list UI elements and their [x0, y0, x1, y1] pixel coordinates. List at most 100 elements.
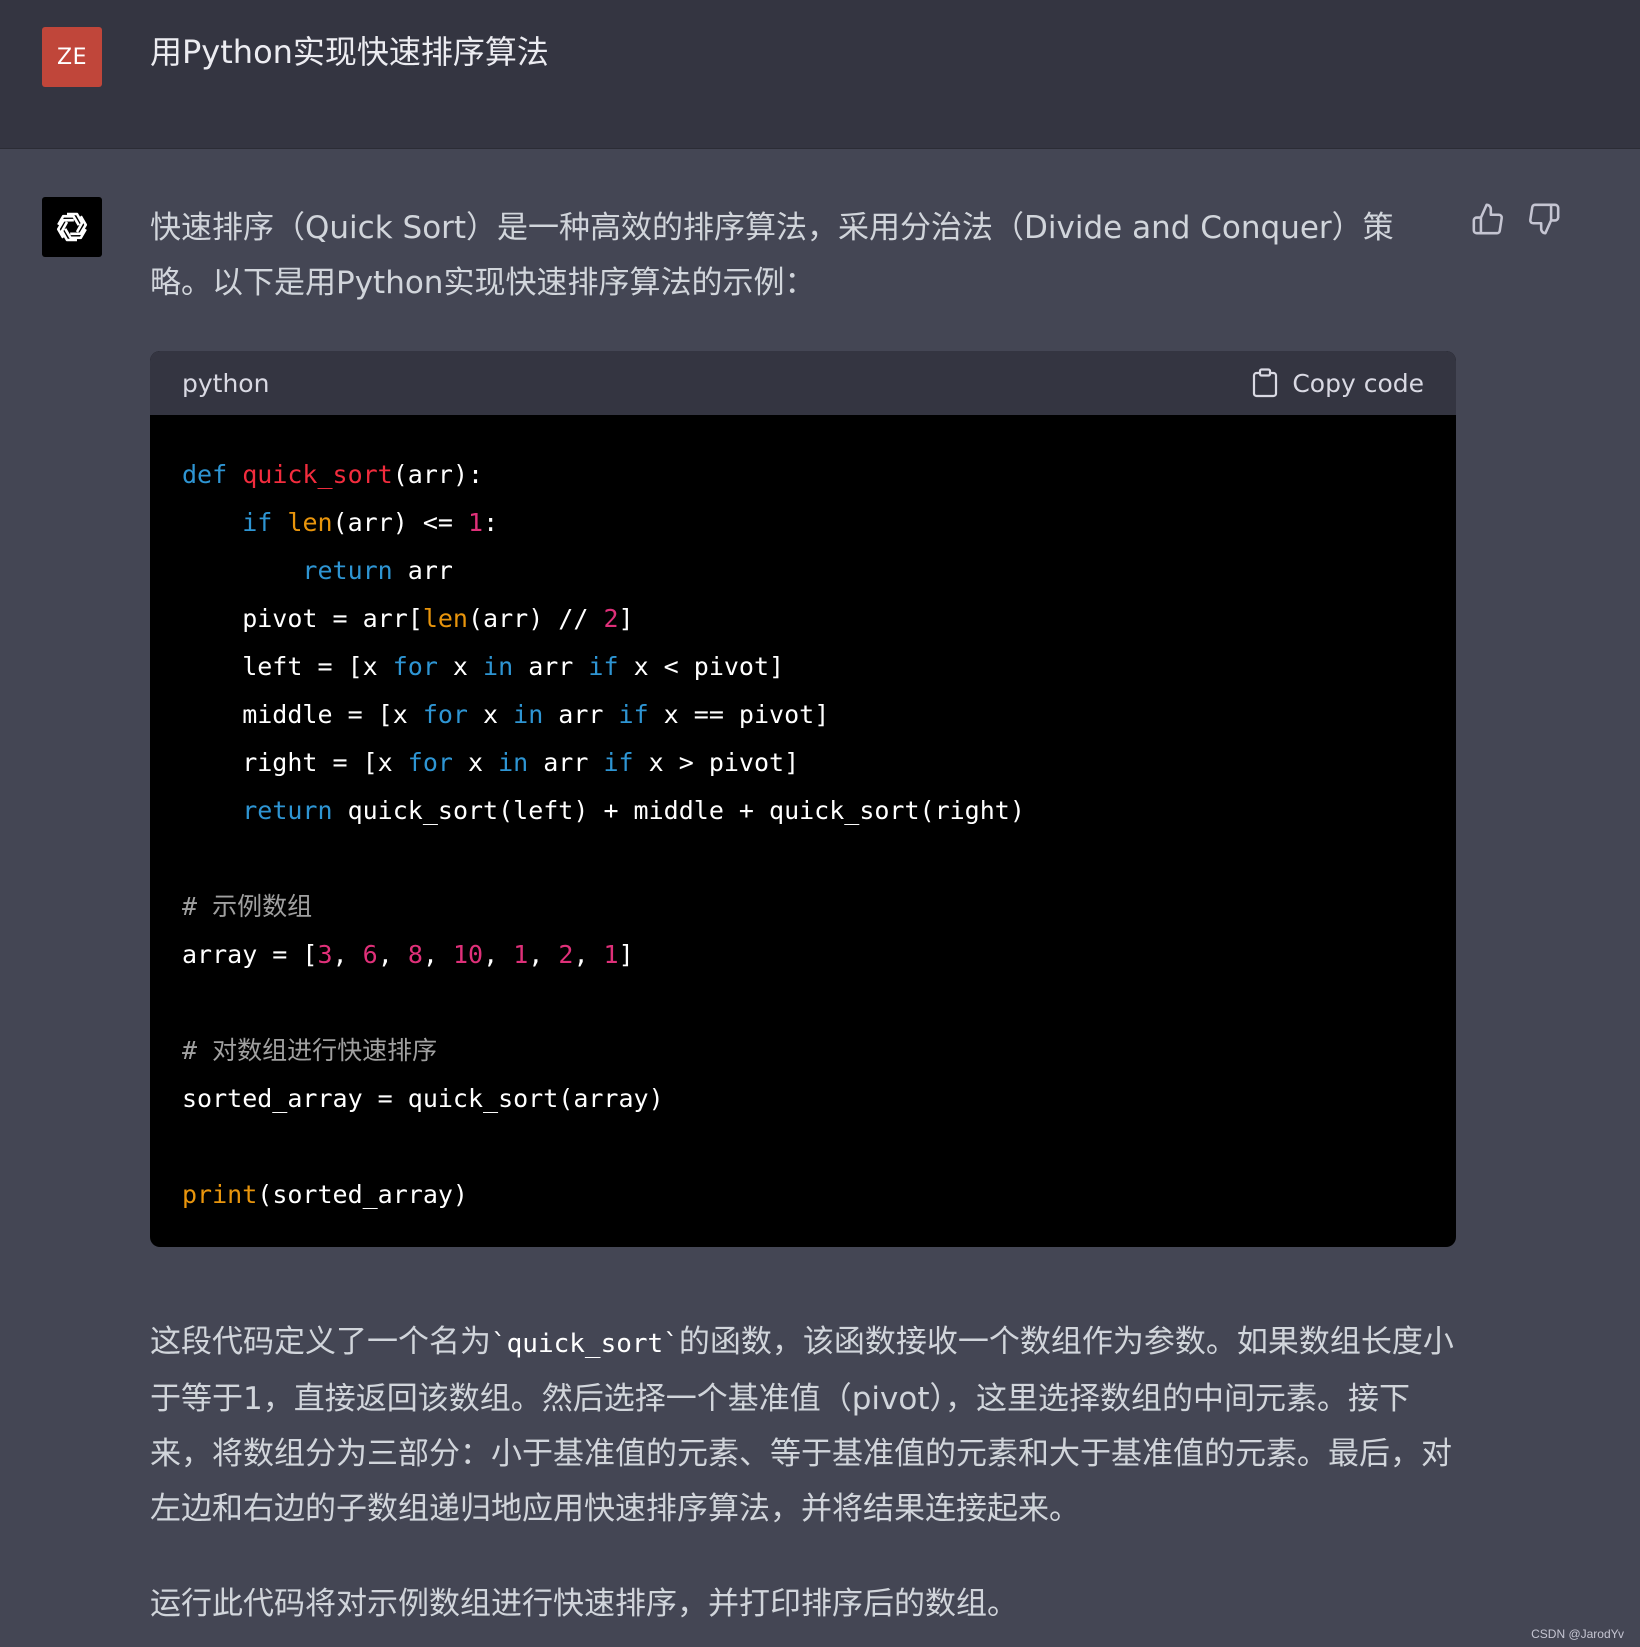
- code-block-header: python Copy code: [150, 351, 1456, 415]
- code-token: 2: [603, 604, 619, 633]
- code-line: # 对数组进行快速排序: [182, 1027, 1424, 1075]
- inline-code-quick-sort: `quick_sort`: [491, 1329, 679, 1359]
- code-token: sorted_array = quick_sort(array): [182, 1084, 664, 1113]
- code-token: in: [498, 748, 529, 777]
- code-block: python Copy code def quick_sort(arr): if…: [150, 351, 1456, 1247]
- user-message-text: 用Python实现快速排序算法: [150, 33, 549, 71]
- code-token: quick_sort(left) + middle + quick_sort(r…: [332, 796, 1025, 825]
- user-avatar-initials: ZE: [57, 44, 87, 70]
- code-token: (arr) <=: [332, 508, 469, 537]
- code-token: arr: [392, 556, 453, 585]
- code-token: left = [x: [182, 652, 393, 681]
- code-language-label: python: [182, 368, 270, 398]
- code-token: x: [467, 700, 514, 729]
- user-message-row: ZE 用Python实现快速排序算法: [0, 0, 1640, 149]
- intro-paragraph: 快速排序（Quick Sort）是一种高效的排序算法，采用分治法（Divide …: [150, 210, 1394, 301]
- code-token: 6: [362, 940, 378, 969]
- copy-code-button[interactable]: Copy code: [1252, 368, 1424, 398]
- code-token: len: [287, 508, 333, 537]
- code-token: array = [: [182, 940, 318, 969]
- code-line: return arr: [182, 547, 1424, 595]
- thumbs-down-icon: [1529, 203, 1560, 235]
- assistant-avatar: [42, 197, 102, 257]
- code-token: (arr):: [392, 460, 484, 489]
- code-line: # 示例数组: [182, 883, 1424, 931]
- code-token: if: [242, 508, 273, 537]
- code-token: arr: [513, 652, 589, 681]
- explanation-text-before: 这段代码定义了一个名为: [150, 1324, 491, 1360]
- code-token: return: [302, 556, 393, 585]
- watermark: CSDN @JarodYv: [1531, 1627, 1624, 1641]
- feedback-buttons: [1470, 201, 1562, 237]
- code-token: 8: [407, 940, 423, 969]
- user-avatar: ZE: [42, 27, 102, 87]
- code-token: ,: [573, 940, 604, 969]
- code-token: ,: [332, 940, 363, 969]
- code-line: middle = [x for x in arr if x == pivot]: [182, 691, 1424, 739]
- code-token: arr: [528, 748, 604, 777]
- code-token: arr: [543, 700, 619, 729]
- code-token: quick_sort: [242, 460, 393, 489]
- closing-paragraph: 运行此代码将对示例数组进行快速排序，并打印排序后的数组。: [150, 1586, 1018, 1622]
- code-token: if: [588, 652, 619, 681]
- code-token: (arr) //: [467, 604, 604, 633]
- code-token: pivot = arr[: [182, 604, 423, 633]
- code-token: x < pivot]: [618, 652, 785, 681]
- code-token: :: [483, 508, 499, 537]
- code-line: left = [x for x in arr if x < pivot]: [182, 643, 1424, 691]
- code-token: 10: [452, 940, 484, 969]
- code-token: right = [x: [182, 748, 408, 777]
- code-line: return quick_sort(left) + middle + quick…: [182, 787, 1424, 835]
- code-token: 1: [603, 940, 619, 969]
- code-token: 2: [558, 940, 574, 969]
- code-token: 1: [468, 508, 484, 537]
- code-token: in: [513, 700, 544, 729]
- code-line: sorted_array = quick_sort(array): [182, 1075, 1424, 1123]
- code-token: 3: [317, 940, 333, 969]
- thumbs-down-button[interactable]: [1526, 201, 1562, 237]
- code-line: array = [3, 6, 8, 10, 1, 2, 1]: [182, 931, 1424, 979]
- code-line: print(sorted_array): [182, 1171, 1424, 1219]
- code-line: right = [x for x in arr if x > pivot]: [182, 739, 1424, 787]
- code-content: def quick_sort(arr): if len(arr) <= 1: r…: [150, 415, 1456, 1247]
- code-token: ]: [618, 940, 634, 969]
- code-token: ,: [422, 940, 453, 969]
- code-token: ,: [528, 940, 559, 969]
- code-token: print: [182, 1180, 258, 1209]
- code-token: # 对数组进行快速排序: [182, 1036, 438, 1065]
- code-line: def quick_sort(arr):: [182, 451, 1424, 499]
- code-token: middle = [x: [182, 700, 423, 729]
- code-token: # 示例数组: [182, 892, 313, 921]
- code-line: if len(arr) <= 1:: [182, 499, 1424, 547]
- code-token: if: [618, 700, 649, 729]
- thumbs-up-button[interactable]: [1470, 201, 1506, 237]
- code-token: x: [437, 652, 484, 681]
- code-token: x == pivot]: [648, 700, 830, 729]
- clipboard-icon: [1253, 368, 1278, 398]
- code-token: for: [407, 748, 453, 777]
- code-token: for: [422, 700, 468, 729]
- code-token: len: [422, 604, 468, 633]
- openai-logo-icon: [56, 212, 88, 242]
- copy-code-label: Copy code: [1292, 368, 1424, 398]
- code-token: (sorted_array): [257, 1180, 468, 1209]
- code-token: x > pivot]: [633, 748, 800, 777]
- code-token: def: [182, 460, 228, 489]
- code-token: for: [392, 652, 438, 681]
- code-token: ,: [483, 940, 514, 969]
- code-line: pivot = arr[len(arr) // 2]: [182, 595, 1424, 643]
- assistant-message-content: 快速排序（Quick Sort）是一种高效的排序算法，采用分治法（Divide …: [150, 201, 1456, 1632]
- assistant-message-row: 快速排序（Quick Sort）是一种高效的排序算法，采用分治法（Divide …: [0, 149, 1640, 1647]
- thumbs-up-icon: [1472, 203, 1503, 235]
- code-token: if: [603, 748, 634, 777]
- code-token: return: [242, 796, 333, 825]
- code-token: x: [452, 748, 499, 777]
